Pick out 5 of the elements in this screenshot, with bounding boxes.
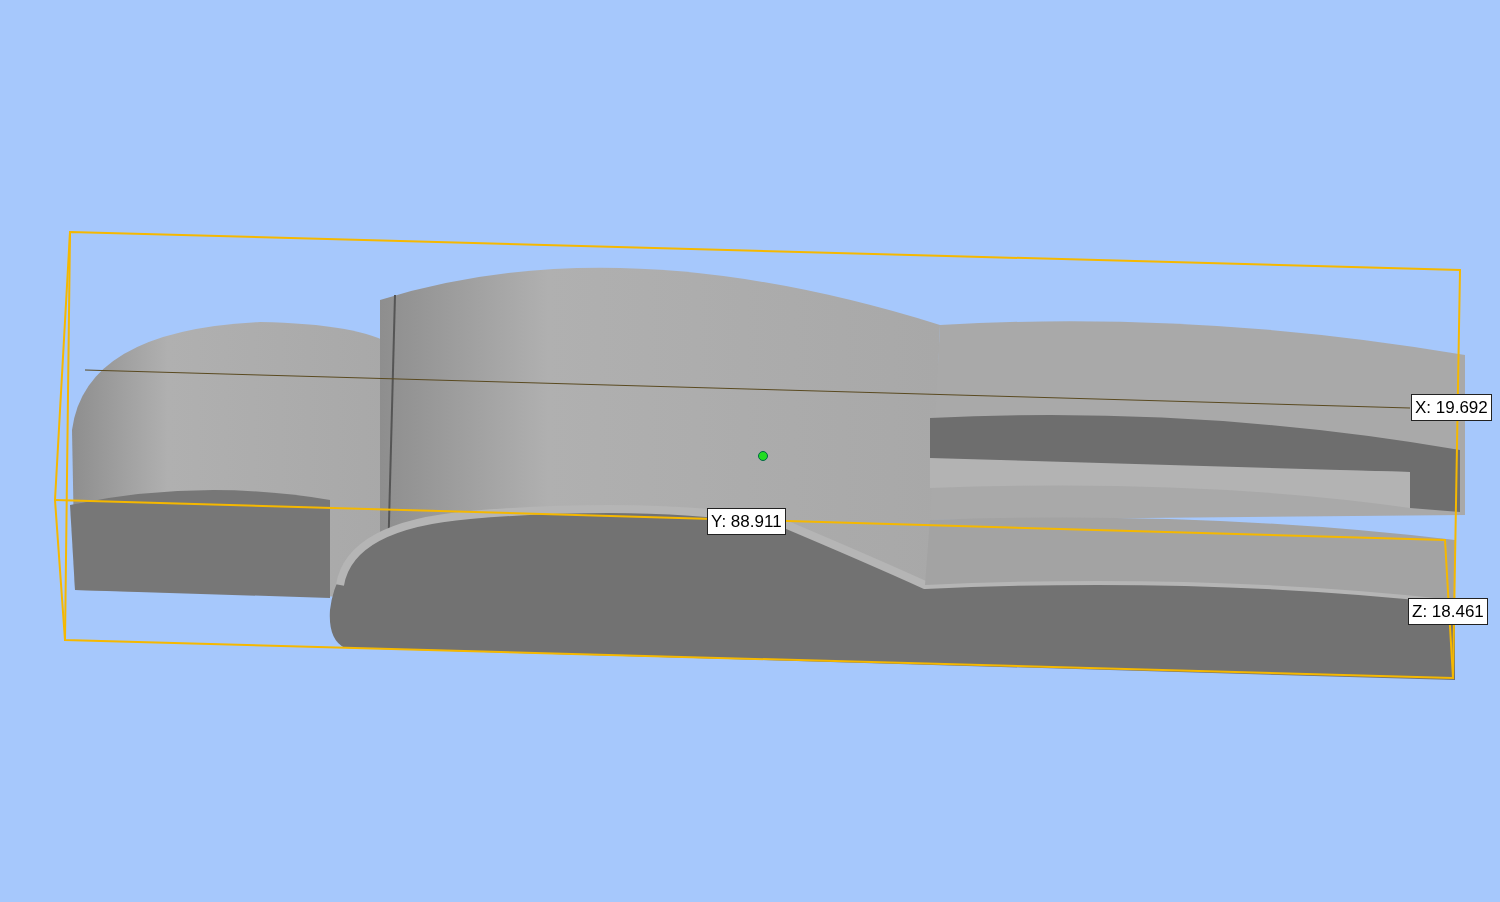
dimension-label: Y: 88.911 (707, 508, 786, 535)
dimension-label: X: 19.692 (1411, 394, 1492, 421)
dimension-label: Z: 18.461 (1408, 598, 1488, 625)
3d-viewport[interactable]: X: 19.692 Y: 88.911 Z: 18.461 (0, 0, 1500, 902)
pivot-point-icon (758, 451, 768, 461)
